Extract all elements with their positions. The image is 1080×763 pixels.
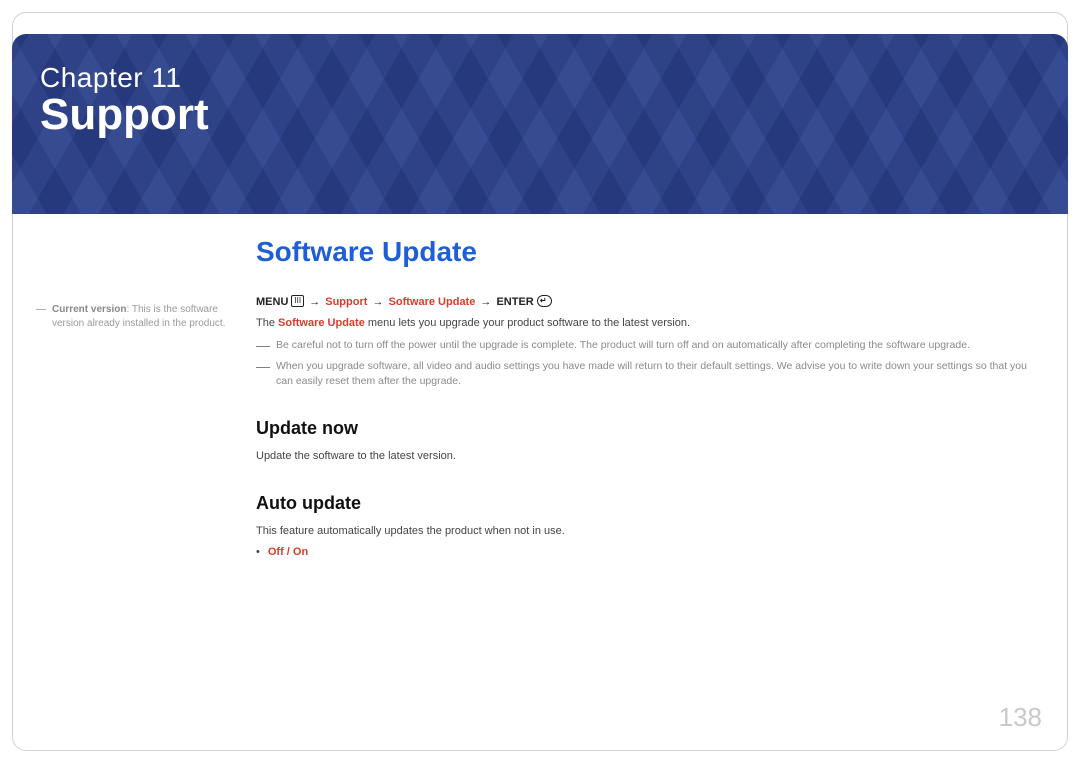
bullet-icon: • <box>256 546 260 558</box>
section-heading: Software Update <box>256 236 1044 268</box>
subheading-auto-update: Auto update <box>256 493 1044 514</box>
nav-menu-label: MENU <box>256 296 288 308</box>
arrow-icon: → <box>480 296 491 308</box>
nav-enter-label: ENTER <box>496 296 533 308</box>
chapter-title: Support <box>40 92 1040 138</box>
update-now-text: Update the software to the latest versio… <box>256 449 1044 465</box>
note-line-2: ― When you upgrade software, all video a… <box>256 359 1044 389</box>
page-number: 138 <box>999 702 1042 733</box>
menu-path: MENU III → Support → Software Update → E… <box>256 296 1044 308</box>
enter-icon: ↵ <box>537 295 552 307</box>
content-area: ― Current version: This is the software … <box>36 236 1044 558</box>
intro-keyword: Software Update <box>278 317 365 329</box>
auto-update-text: This feature automatically updates the p… <box>256 524 1044 540</box>
sidebar-note-text: Current version: This is the software ve… <box>52 303 236 330</box>
nav-software-update: Software Update <box>389 296 476 308</box>
subheading-update-now: Update now <box>256 418 1044 439</box>
arrow-icon: → <box>372 296 383 308</box>
note-dash: ― <box>36 303 46 330</box>
main-content: Software Update MENU III → Support → Sof… <box>256 236 1044 558</box>
note-dash: ― <box>256 359 270 389</box>
menu-icon: III <box>291 295 304 307</box>
note-line-1: ― Be careful not to turn off the power u… <box>256 338 1044 353</box>
option-bullet: • Off / On <box>256 546 1044 558</box>
sidebar-note: ― Current version: This is the software … <box>36 236 236 558</box>
note-dash: ― <box>256 338 270 353</box>
note-text-1: Be careful not to turn off the power unt… <box>276 338 970 353</box>
note-text-2: When you upgrade software, all video and… <box>276 359 1044 389</box>
nav-support: Support <box>325 296 367 308</box>
option-off-on: Off / On <box>268 546 308 558</box>
intro-text: The Software Update menu lets you upgrad… <box>256 316 1044 332</box>
sidebar-note-label: Current version <box>52 304 126 315</box>
chapter-banner: Chapter 11 Support <box>12 34 1068 214</box>
arrow-icon: → <box>309 296 320 308</box>
